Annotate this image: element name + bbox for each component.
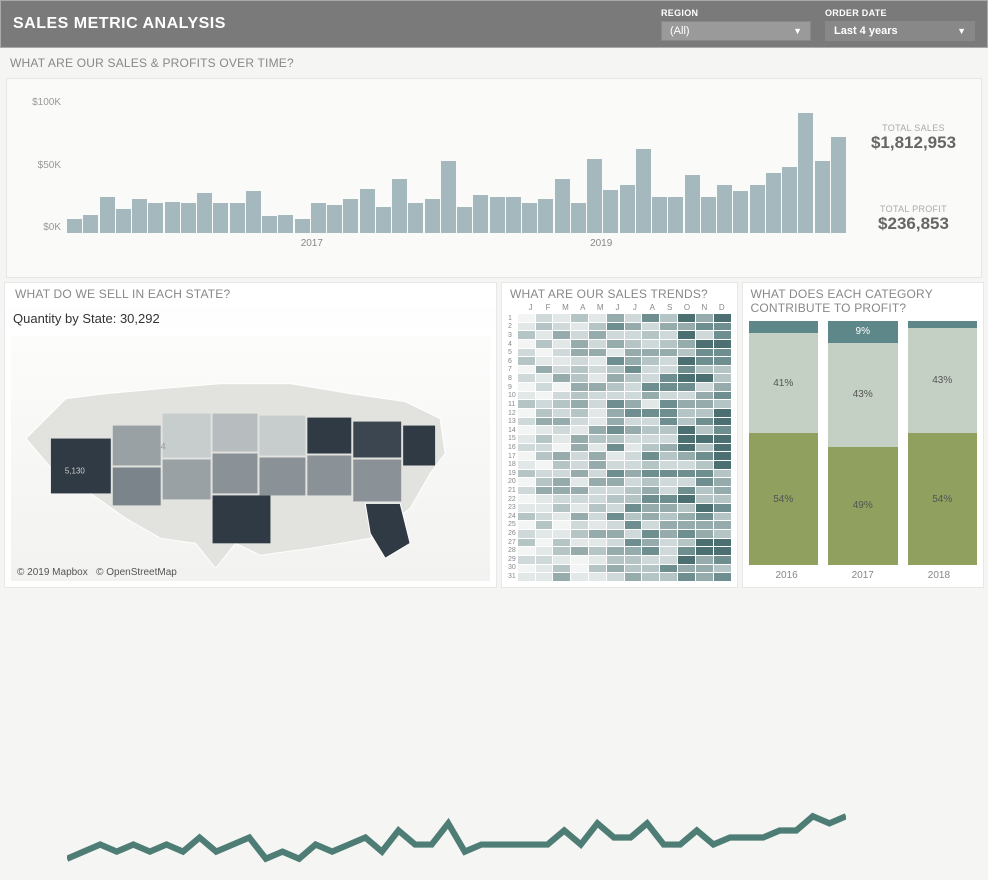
seg-c: 54% (908, 433, 978, 565)
chevron-down-icon: ▼ (793, 26, 802, 36)
seg-a (908, 321, 978, 328)
date-dropdown[interactable]: Last 4 years ▼ (825, 21, 975, 41)
chevron-down-icon: ▼ (957, 26, 966, 36)
total-sales-value: $1,812,953 (852, 133, 975, 153)
bar-area: 2017 2019 (67, 79, 846, 277)
total-sales-label: TOTAL SALES (852, 123, 975, 133)
totals: TOTAL SALES $1,812,953 TOTAL PROFIT $236… (846, 79, 981, 277)
page-title: SALES METRIC ANALYSIS (13, 15, 647, 33)
time-chart-title: WHAT ARE OUR SALES & PROFITS OVER TIME? (0, 48, 988, 76)
svg-text:4: 4 (161, 442, 166, 452)
seg-b: 43% (908, 328, 978, 433)
date-filter-label: ORDER DATE (825, 8, 975, 18)
dashboard-header: SALES METRIC ANALYSIS REGION (All) ▼ ORD… (0, 0, 988, 48)
stack-2018[interactable]: 43%54% (908, 321, 978, 565)
region-filter: REGION (All) ▼ (661, 8, 811, 41)
us-map[interactable]: 4 5,130 © 2019 Mapbox © OpenStreetMap (11, 336, 490, 581)
map-credit: © 2019 Mapbox © OpenStreetMap (17, 567, 177, 578)
region-dropdown[interactable]: (All) ▼ (661, 21, 811, 41)
svg-text:5,130: 5,130 (65, 466, 86, 475)
time-chart: $100K $50K $0K 2017 2019 TOTAL SALES $1,… (6, 78, 982, 278)
total-profit-label: TOTAL PROFIT (852, 204, 975, 214)
total-profit-value: $236,853 (852, 214, 975, 234)
date-filter: ORDER DATE Last 4 years ▼ (825, 8, 975, 41)
region-filter-label: REGION (661, 8, 811, 18)
x-axis: 2017 2019 (67, 238, 846, 249)
y-axis: $100K $50K $0K (7, 79, 67, 277)
